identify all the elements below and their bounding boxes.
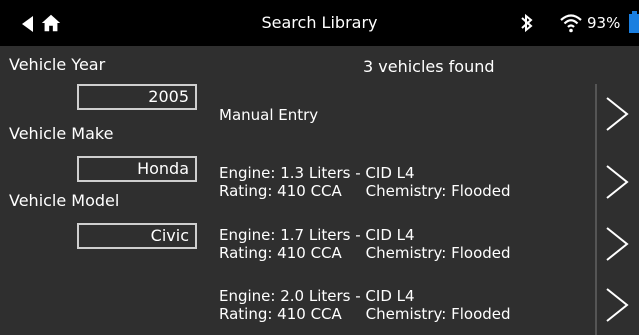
rating-chemistry-text: Rating: 410 CCA Chemistry: Flooded (219, 305, 511, 323)
page-title: Search Library (261, 13, 378, 32)
results-count: 3 vehicles found (363, 57, 495, 76)
vehicle-make-label: Vehicle Make (9, 124, 114, 143)
chevron-right-icon[interactable] (603, 285, 631, 325)
vehicle-model-label: Vehicle Model (9, 191, 120, 210)
battery-icon (629, 14, 639, 33)
chevron-right-icon[interactable] (603, 94, 631, 134)
vehicle-year-field[interactable]: 2005 (77, 84, 197, 110)
wifi-icon (560, 14, 582, 33)
engine-text: Engine: 1.3 Liters - CID L4 (219, 164, 415, 182)
engine-text: Engine: 1.7 Liters - CID L4 (219, 226, 415, 244)
rating-chemistry-text: Rating: 410 CCA Chemistry: Flooded (219, 244, 511, 262)
list-item[interactable]: Engine: 2.0 Liters - CID L4 Rating: 410 … (209, 273, 639, 329)
vehicle-model-field[interactable]: Civic (77, 223, 197, 249)
list-item[interactable]: Engine: 1.3 Liters - CID L4 Rating: 410 … (209, 148, 639, 204)
list-item-line1: Manual Entry (219, 106, 319, 124)
top-bar: Search Library 93% (0, 0, 639, 46)
bluetooth-icon (521, 13, 533, 33)
vehicle-year-label: Vehicle Year (9, 55, 106, 74)
chevron-right-icon[interactable] (603, 224, 631, 264)
list-item-manual-entry[interactable]: Manual Entry (209, 84, 639, 140)
engine-text: Engine: 2.0 Liters - CID L4 (219, 287, 415, 305)
rating-chemistry-text: Rating: 410 CCA Chemistry: Flooded (219, 182, 511, 200)
battery-percent: 93% (587, 14, 621, 32)
vehicle-make-field[interactable]: Honda (77, 156, 197, 182)
list-item[interactable]: Engine: 1.7 Liters - CID L4 Rating: 410 … (209, 210, 639, 266)
chevron-right-icon[interactable] (603, 162, 631, 202)
